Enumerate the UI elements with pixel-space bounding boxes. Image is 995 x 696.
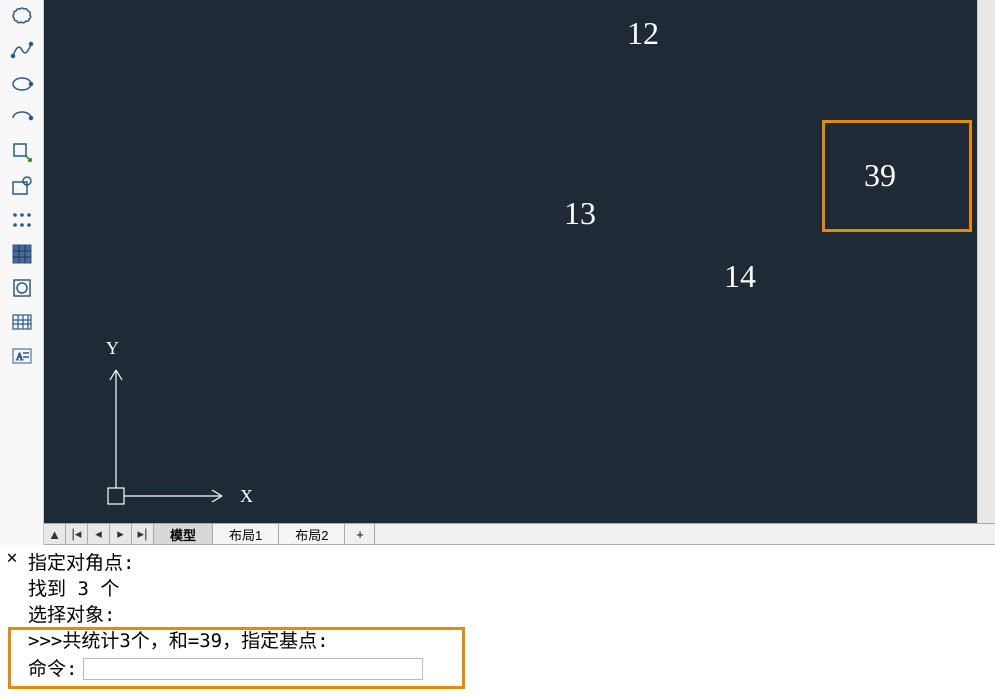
canvas-scrollbar-vertical[interactable] xyxy=(977,0,995,523)
highlight-rect xyxy=(822,120,972,232)
command-close-icon[interactable]: ✕ xyxy=(3,548,21,566)
tab-nav-prev-icon[interactable]: ◂ xyxy=(88,524,110,544)
revision-cloud-icon[interactable] xyxy=(8,2,36,30)
tab-nav-next-icon[interactable]: ▸ xyxy=(110,524,132,544)
command-input-row: 命令: xyxy=(28,656,990,682)
ucs-x-label: X xyxy=(240,486,253,506)
layout-tab-bar: ▲ |◂ ◂ ▸ ▸| 模型 布局1 布局2 + xyxy=(44,523,995,545)
cmd-line-3: >>>共统计3个，和=39，指定基点: xyxy=(28,628,990,654)
ucs-y-label: Y xyxy=(106,340,119,358)
svg-text:A: A xyxy=(16,352,24,363)
cmd-line-0: 指定对角点: xyxy=(28,550,990,576)
spline-icon[interactable] xyxy=(8,36,36,64)
hatch-icon[interactable] xyxy=(8,240,36,268)
point-icon[interactable] xyxy=(8,206,36,234)
mtext-icon[interactable]: A xyxy=(8,342,36,370)
command-prompt-label: 命令: xyxy=(28,656,77,682)
canvas-text-13[interactable]: 13 xyxy=(564,195,596,232)
drawing-canvas[interactable]: 12 13 14 39 X Y xyxy=(44,0,995,523)
canvas-text-12[interactable]: 12 xyxy=(627,15,659,52)
command-history: 指定对角点: 找到 3 个 选择对象: >>>共统计3个，和=39，指定基点: … xyxy=(28,550,990,682)
tab-add-button[interactable]: + xyxy=(345,524,375,544)
command-input[interactable] xyxy=(83,658,423,680)
tab-model[interactable]: 模型 xyxy=(154,524,213,544)
tab-layout1[interactable]: 布局1 xyxy=(213,524,279,544)
insert-block-icon[interactable] xyxy=(8,138,36,166)
tab-layout2[interactable]: 布局2 xyxy=(279,524,345,544)
cmd-line-2: 选择对象: xyxy=(28,602,990,628)
table-icon[interactable] xyxy=(8,308,36,336)
ellipse-arc-icon[interactable] xyxy=(8,104,36,132)
tab-nav-up-icon[interactable]: ▲ xyxy=(44,524,66,544)
ellipse-edit-icon[interactable] xyxy=(8,70,36,98)
make-block-icon[interactable] xyxy=(8,172,36,200)
command-panel: ✕ 指定对角点: 找到 3 个 选择对象: >>>共统计3个，和=39，指定基点… xyxy=(0,545,995,696)
cmd-line-1: 找到 3 个 xyxy=(28,576,990,602)
draw-toolbar: A xyxy=(0,0,44,545)
tab-nav-last-icon[interactable]: ▸| xyxy=(132,524,154,544)
canvas-text-14[interactable]: 14 xyxy=(724,258,756,295)
ucs-icon: X Y xyxy=(104,340,264,520)
tab-nav-first-icon[interactable]: |◂ xyxy=(66,524,88,544)
region-icon[interactable] xyxy=(8,274,36,302)
